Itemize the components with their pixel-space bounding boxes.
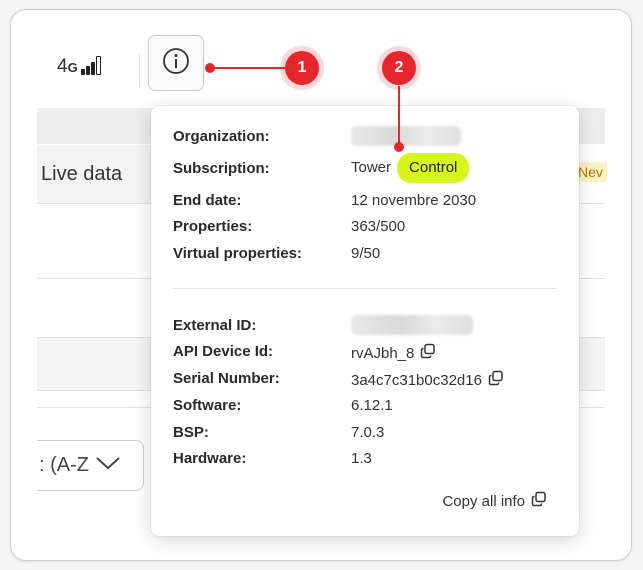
popover-divider: [173, 288, 557, 289]
sort-label: : (A-Z: [39, 454, 89, 476]
copy-icon[interactable]: [488, 370, 504, 391]
subscription-plan: Tower: [351, 159, 392, 176]
status-separator: [139, 54, 140, 86]
info-button[interactable]: [148, 35, 204, 91]
organization-value-redacted: [351, 126, 461, 146]
external-id-label: External ID:: [173, 317, 257, 334]
subscription-badge: Control: [397, 153, 470, 183]
hardware-value: 1.3: [351, 450, 372, 467]
properties-label: Properties:: [173, 218, 253, 235]
properties-value: 363/500: [351, 218, 406, 235]
hardware-label: Hardware:: [173, 450, 247, 467]
organization-label: Organization:: [173, 128, 270, 145]
copy-icon: [531, 491, 547, 511]
end-date-value: 12 novembre 2030: [351, 192, 477, 209]
end-date-label: End date:: [173, 192, 242, 209]
serial-number-value: 3a4c7c31b0c32d16: [351, 370, 504, 391]
subscription-value: Tower Control: [351, 153, 470, 183]
tab-live-data[interactable]: Live data: [37, 145, 161, 203]
virtual-properties-value: 9/50: [351, 245, 381, 262]
virtual-properties-label: Virtual properties:: [173, 245, 302, 262]
chevron-down-icon: [95, 454, 121, 477]
copy-icon[interactable]: [420, 343, 436, 364]
annotation-marker-2: 2: [382, 51, 416, 85]
marker-1-connector: [211, 67, 286, 69]
external-id-value-redacted: [351, 315, 473, 335]
device-info-popover: Organization: Subscription: Tower Contro…: [151, 106, 579, 536]
info-icon: [162, 47, 190, 80]
api-device-id-value: rvAJbh_8: [351, 343, 436, 364]
marker-2-connector: [398, 86, 400, 146]
bsp-label: BSP:: [173, 424, 209, 441]
api-device-id-label: API Device Id:: [173, 343, 274, 360]
device-card: Live data Nev : (A-Z 4G Organization: Su…: [10, 9, 632, 561]
software-value: 6.12.1: [351, 397, 393, 414]
api-device-id-text: rvAJbh_8: [351, 344, 415, 362]
signal-bars-icon: [80, 56, 101, 75]
network-status: 4G: [57, 56, 101, 78]
marker-2-anchor-dot: [394, 142, 404, 152]
software-label: Software:: [173, 397, 242, 414]
subscription-label: Subscription:: [173, 160, 270, 177]
bsp-value: 7.0.3: [351, 424, 385, 441]
network-type-sub: G: [67, 60, 78, 75]
annotation-marker-1: 1: [285, 51, 319, 85]
copy-all-info-button[interactable]: Copy all info: [442, 491, 547, 511]
network-type: 4: [57, 56, 68, 77]
serial-number-text: 3a4c7c31b0c32d16: [351, 371, 482, 389]
copy-all-label: Copy all info: [442, 492, 525, 510]
sort-dropdown[interactable]: : (A-Z: [37, 440, 144, 491]
serial-number-label: Serial Number:: [173, 370, 280, 387]
